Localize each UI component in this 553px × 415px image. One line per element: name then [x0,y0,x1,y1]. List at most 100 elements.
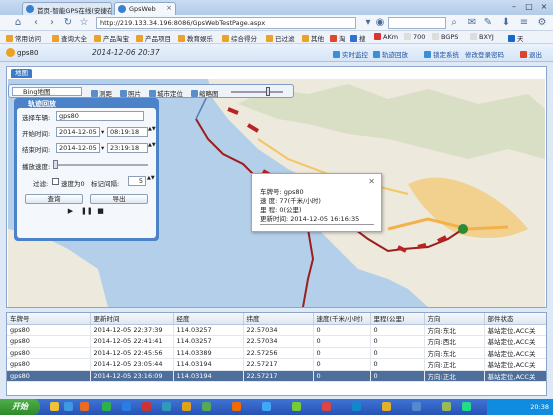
tools-icon[interactable]: ✉ [466,17,478,29]
fav-item[interactable]: 搜 [350,33,366,43]
back-icon[interactable]: ‹ [30,17,42,29]
end-time-input[interactable]: 23:19:18 [107,143,148,153]
taskbar-app[interactable] [80,402,90,413]
change-password-link[interactable]: 修改登录密码 [465,49,504,59]
map-tab[interactable]: 地图 [11,69,32,78]
measure-tool[interactable]: 测距 [91,88,112,98]
browser-tab-1[interactable]: 首页-智能GPS在线(安捷在 [22,2,112,15]
zoom-slider-track[interactable] [231,91,283,93]
column-header[interactable]: 速度(千米/小时) [313,313,371,325]
photo-tool[interactable]: 照片 [120,88,141,98]
speed-slider-thumb[interactable] [53,160,58,169]
speed0-checkbox[interactable] [52,178,59,185]
fav-item[interactable]: 常用访问 [6,33,41,43]
speed-slider-track[interactable] [56,164,148,166]
pause-icon[interactable]: ❚❚ [81,207,93,216]
interval-input[interactable]: 5 [128,176,146,186]
favorite-star-icon[interactable]: ☆ [78,17,90,29]
taskbar-app[interactable] [412,402,422,413]
forward-icon[interactable]: › [46,17,58,29]
extension-icon[interactable]: ✎ [482,17,494,29]
logout-link[interactable]: 退出 [520,49,542,59]
close-icon[interactable]: ✕ [368,177,375,186]
fav-item[interactable]: BGPS [432,33,458,41]
overview-tool[interactable]: 缩略图 [191,88,219,98]
column-header[interactable]: 经度 [173,313,244,325]
taskbar-app[interactable] [122,402,132,413]
taskbar-app[interactable] [382,402,392,413]
fav-item[interactable]: 700 [404,33,425,41]
interval-spinner-icon[interactable]: ▲▼ [147,175,155,181]
export-button[interactable]: 导出 [90,194,148,204]
dropdown-icon[interactable]: ▾ [362,17,374,29]
taskbar-app[interactable] [292,402,302,413]
close-tab-icon[interactable]: × [166,4,172,12]
taskbar-app[interactable] [462,402,472,413]
fav-item[interactable]: 查询大全 [52,33,87,43]
taskbar-app[interactable] [182,402,192,413]
fav-item[interactable]: 已过滤 [266,33,295,43]
calendar-icon[interactable]: ▾ [101,144,104,152]
taskbar-app[interactable] [352,402,362,413]
close-window-icon[interactable]: × [537,2,551,12]
start-time-input[interactable]: 08:19:18 [107,127,148,137]
fav-item[interactable]: BXYJ [470,33,494,41]
vehicle-marker[interactable] [458,224,468,234]
clock[interactable]: 20:38 [530,403,549,411]
table-row[interactable]: gps80 2014-12-05 22:37:39 114.03257 22.5703… [7,324,546,336]
end-date-input[interactable]: 2014-12-05 [56,143,100,153]
table-row[interactable]: gps80 2014-12-05 22:41:41 114.03257 22.5703… [7,335,546,348]
plate-input[interactable]: gps80 [56,111,144,121]
realtime-monitor-link[interactable]: 实时监控 [333,49,368,59]
track-playback-link[interactable]: 轨迹回放 [373,49,408,59]
minimize-icon[interactable]: – [507,2,521,12]
home-icon[interactable]: ⌂ [12,17,24,29]
table-row[interactable]: gps80 2014-12-05 23:16:09 114.03194 22.5721… [7,370,546,382]
fav-item[interactable]: 产品淘宝 [94,33,129,43]
taskbar-app[interactable] [322,402,332,413]
start-button[interactable]: 开始 [0,399,40,415]
settings-icon[interactable]: ⚙ [536,17,548,29]
lock-system-link[interactable]: 锁定系统 [424,49,459,59]
maximize-icon[interactable]: □ [522,2,536,12]
table-row[interactable]: gps80 2014-12-05 22:45:56 114.03389 22.5725… [7,347,546,359]
column-header[interactable]: 纬度 [243,313,314,325]
menu-icon[interactable]: ≡ [518,17,530,29]
taskbar-quick-icon[interactable] [50,402,60,413]
browser-tab-2[interactable]: GpsWeb × [114,2,176,15]
taskbar-app[interactable] [262,402,272,413]
download-icon[interactable]: ⬇ [500,17,512,29]
taskbar-app[interactable] [202,402,212,413]
search-icon[interactable]: ⌕ [448,17,460,29]
fav-item[interactable]: 淘 [330,33,346,43]
refresh-icon[interactable]: ↻ [62,17,74,29]
query-button[interactable]: 查询 [25,194,83,204]
fav-item[interactable]: 教育娱乐 [178,33,213,43]
taskbar-app[interactable] [232,402,242,413]
taskbar-app[interactable] [162,402,172,413]
search-input[interactable] [388,17,446,29]
stop-icon[interactable]: ■ [96,207,105,216]
start-date-input[interactable]: 2014-12-05 [56,127,100,137]
fav-item[interactable]: 天 [508,33,524,43]
table-row[interactable]: gps80 2014-12-05 23:05:44 114.03194 22.5721… [7,358,546,371]
taskbar-app[interactable] [442,402,452,413]
column-header[interactable]: 更新时间 [90,313,174,325]
column-header[interactable]: 部件状态 [484,313,546,325]
address-bar[interactable]: http://219.133.34.196:8086/GpsWebTestPag… [96,17,356,29]
time-spinner-icon[interactable]: ▲▼ [148,126,156,132]
taskbar-app[interactable] [142,402,152,413]
column-header[interactable]: 方向 [424,313,485,325]
time-spinner-icon[interactable]: ▲▼ [148,142,156,148]
taskbar-app[interactable] [102,402,112,413]
taskbar-quick-icon[interactable] [64,402,74,413]
calendar-icon[interactable]: ▾ [101,128,104,136]
fav-item[interactable]: AKm [374,33,398,41]
column-header[interactable]: 车牌号 [7,313,91,325]
fav-item[interactable]: 综合得分 [222,33,257,43]
fav-item[interactable]: 产品项目 [136,33,171,43]
map-type-select[interactable]: Bing地图 [12,87,82,96]
play-icon[interactable]: ▶ [66,207,75,216]
fav-item[interactable]: 其他 [302,33,324,43]
search-engine-icon[interactable]: ◉ [374,17,386,29]
